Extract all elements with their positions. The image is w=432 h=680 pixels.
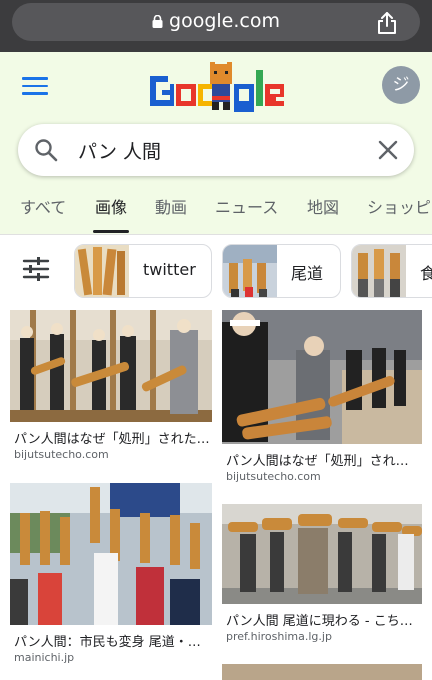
result-image[interactable]	[10, 483, 212, 625]
tab-maps[interactable]: 地図	[307, 194, 339, 218]
result-image[interactable]	[10, 310, 212, 422]
tab-news[interactable]: ニュース	[215, 194, 278, 218]
result-source: bijutsutecho.com	[226, 470, 321, 483]
result-title[interactable]: パン人間：市民も変身 尾道・…	[14, 631, 212, 650]
url-text: google.com	[169, 10, 280, 32]
browser-toolbar: google.com	[0, 0, 432, 52]
active-tab-indicator	[93, 230, 129, 233]
tab-images[interactable]: 画像	[95, 194, 127, 218]
filter-sliders-icon[interactable]	[22, 256, 50, 282]
result-source: pref.hiroshima.lg.jp	[226, 630, 332, 643]
chip-thumbnail	[75, 245, 129, 297]
chip-thumbnail	[352, 245, 406, 297]
result-title[interactable]: パン人間はなぜ「処刑」された…	[14, 428, 212, 447]
google-doodle-logo[interactable]	[148, 62, 286, 116]
address-bar[interactable]: google.com	[12, 3, 420, 41]
image-result[interactable]: パン人間はなぜ「処刑」され… bijutsutecho.com	[222, 310, 422, 486]
result-image[interactable]	[222, 504, 422, 604]
result-title[interactable]: パン人間 尾道に現わる - こち…	[226, 610, 422, 629]
menu-icon[interactable]	[22, 77, 48, 97]
chip-onomichi[interactable]: 尾道	[222, 244, 341, 298]
search-bar[interactable]: パン 人間	[18, 124, 414, 176]
image-result[interactable]: パン人間：市民も変身 尾道・… mainichi.jp	[10, 483, 212, 665]
header-divider	[0, 234, 432, 235]
result-source: bijutsutecho.com	[14, 448, 109, 461]
chip-label: 尾道	[291, 264, 324, 283]
search-icon[interactable]	[34, 138, 58, 162]
search-tabs: すべて 画像 動画 ニュース 地図 ショッピ	[0, 190, 432, 234]
tab-all[interactable]: すべて	[20, 194, 66, 218]
image-result[interactable]: パン人間 尾道に現わる - こち… pref.hiroshima.lg.jp	[222, 504, 422, 644]
result-title[interactable]: パン人間はなぜ「処刑」され…	[226, 450, 422, 469]
share-icon[interactable]	[376, 11, 398, 35]
image-result-partial[interactable]	[222, 664, 422, 680]
tab-videos[interactable]: 動画	[155, 194, 187, 218]
chip-label: 食	[420, 260, 432, 284]
chip-twitter[interactable]: twitter	[74, 244, 212, 298]
chip-food[interactable]: 食	[351, 244, 432, 298]
close-icon[interactable]	[378, 140, 398, 160]
google-header: ジ パン 人間 すべて 画像 動画 ニュース 地図 ショッピ	[0, 52, 432, 234]
chip-label: twitter	[143, 260, 196, 279]
lock-icon	[152, 15, 163, 28]
related-chips: twitter 尾道 食	[0, 240, 432, 302]
tab-shopping[interactable]: ショッピ	[367, 194, 431, 218]
account-avatar[interactable]: ジ	[382, 66, 420, 104]
url-display[interactable]: google.com	[12, 10, 420, 32]
chip-thumbnail	[223, 245, 277, 297]
image-result[interactable]: パン人間はなぜ「処刑」された… bijutsutecho.com	[10, 310, 212, 462]
result-image[interactable]	[222, 310, 422, 444]
search-input[interactable]: パン 人間	[78, 137, 161, 164]
result-source: mainichi.jp	[14, 651, 75, 664]
